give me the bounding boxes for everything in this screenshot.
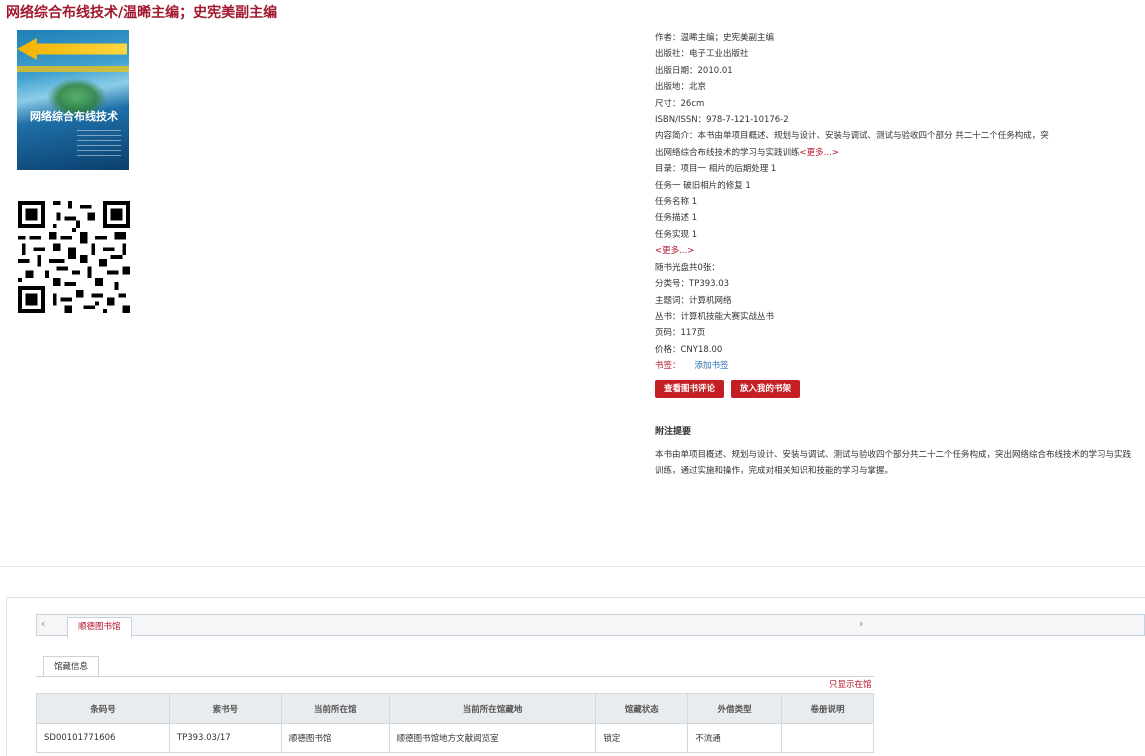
cell-location: 顺德图书馆地方文献阅览室 [388, 723, 597, 753]
column-header: 当前所在馆 [280, 693, 390, 724]
cell-library: 顺德图书馆 [280, 723, 390, 753]
info-summary: 内容简介：本书由单项目概述、规划与设计、安装与调试、测试与验收四个部分 共二十二… [655, 128, 1050, 161]
info-pages: 页码：117页 [655, 328, 706, 339]
summary-text: 内容简介：本书由单项目概述、规划与设计、安装与调试、测试与验收四个部分 共二十二… [655, 131, 1049, 158]
info-isbn: ISBN/ISSN：978-7-121-10176-2 [655, 115, 789, 126]
info-size: 尺寸：26cm [655, 98, 705, 109]
tab-scroll-right-icon[interactable]: › [859, 617, 863, 630]
cell-status: 锁定 [595, 723, 689, 753]
table-row: SD00101771606 TP393.03/17 顺德图书馆 顺德图书馆地方文… [36, 723, 874, 753]
info-publisher: 出版社：电子工业出版社 [655, 49, 749, 60]
book-cover-image: 网络综合布线技术 [17, 30, 129, 170]
page-title: 网络综合布线技术/温晞主编；史宪美副主编 [6, 5, 278, 21]
qr-code-icon [18, 201, 130, 313]
info-pub-date: 出版日期：2010.01 [655, 65, 733, 76]
info-class-no: 分类号：TP393.03 [655, 279, 730, 290]
summary-more-link[interactable]: <更多...> [800, 148, 839, 158]
info-author: 作者：温晞主编；史宪美副主编 [655, 33, 775, 43]
column-header: 馆藏状态 [595, 693, 689, 724]
tags-label: 书签： [655, 361, 681, 372]
cell-call-number: TP393.03/17 [168, 723, 282, 753]
cell-barcode: SD00101771606 [36, 723, 170, 753]
subtab-divider [36, 676, 874, 677]
toc-line: 任务实现 1 [655, 229, 698, 240]
column-header: 当前所在馆藏地 [388, 693, 597, 724]
column-header: 条码号 [36, 693, 170, 724]
toc-line: 任务名称 1 [655, 197, 698, 208]
cover-title: 网络综合布线技术 [30, 110, 118, 123]
book-info: 作者：温晞主编；史宪美副主编 出版社：电子工业出版社 出版日期：2010.01 … [655, 30, 1125, 398]
library-tab-bar: ‹ › [36, 614, 1145, 636]
view-reviews-button[interactable]: 查看图书评论 [655, 379, 725, 398]
tab-scroll-left-icon[interactable]: ‹ [41, 617, 45, 630]
section-divider [0, 566, 1145, 567]
column-header: 卷册说明 [781, 693, 874, 724]
toc-line: 任务描述 1 [655, 213, 698, 224]
info-price: 价格：CNY18.00 [655, 344, 723, 355]
notes-title: 附注提要 [655, 427, 692, 437]
toc-more-link[interactable]: <更多...> [655, 243, 1125, 259]
info-place: 出版地：北京 [655, 82, 707, 93]
cell-loan-type: 不流通 [687, 723, 783, 753]
toc-line: 任务一 破旧相片的修复 1 [655, 180, 751, 191]
cell-volume-note [781, 723, 874, 753]
table-header-row: 条码号 索书号 当前所在馆 当前所在馆藏地 馆藏状态 外借类型 卷册说明 [36, 693, 874, 724]
tab-library[interactable]: 顺德图书馆 [67, 617, 132, 638]
add-bookmark-link[interactable]: 添加书签 [695, 361, 729, 371]
action-buttons: 查看图书评论 放入我的书架 [655, 379, 1125, 398]
column-header: 外借类型 [687, 693, 783, 724]
info-cd: 随书光盘共0张： [655, 262, 720, 273]
tab-holdings-info[interactable]: 馆藏信息 [43, 656, 100, 677]
info-tags: 书签： 添加书签 [655, 358, 1125, 374]
only-show-available-link[interactable]: 只显示在馆 [829, 678, 872, 690]
toc-line: 目录：项目一 相片的后期处理 1 [655, 164, 777, 175]
add-to-shelf-button[interactable]: 放入我的书架 [731, 379, 801, 398]
info-subject: 主题词：计算机网络 [655, 295, 732, 306]
notes-text: 本书由单项目概述、规划与设计、安装与调试、测试与验收四个部分共二十二个任务构成，… [655, 450, 1132, 476]
holdings-table: 条码号 索书号 当前所在馆 当前所在馆藏地 馆藏状态 外借类型 卷册说明 SD0… [36, 693, 874, 753]
info-series: 丛书：计算机技能大赛实战丛书 [655, 311, 775, 322]
column-header: 索书号 [168, 693, 282, 724]
